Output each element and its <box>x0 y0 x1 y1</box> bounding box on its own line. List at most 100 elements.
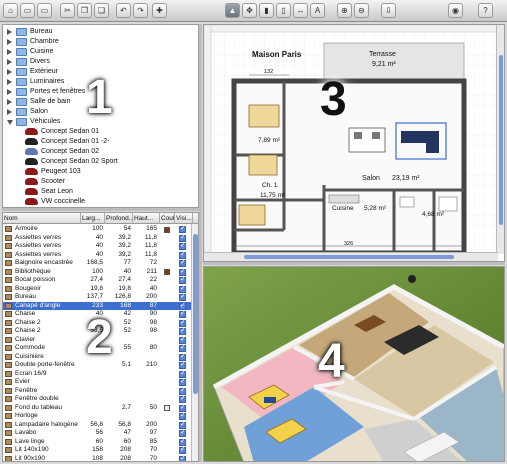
column-header[interactable]: Nom <box>3 213 81 224</box>
plan-vertical-scrollbar[interactable] <box>496 25 504 254</box>
visible-checkbox[interactable] <box>179 455 186 461</box>
main-splitter[interactable] <box>199 24 202 462</box>
zoom-out-button[interactable]: ⊖ <box>354 3 369 18</box>
visible-checkbox[interactable] <box>179 353 186 361</box>
table-row[interactable]: Bureau 137,7 126,8 200 <box>3 293 193 302</box>
plan-3d-splitter[interactable] <box>203 262 505 265</box>
new-home-button[interactable]: ⌂ <box>3 3 18 18</box>
visible-checkbox[interactable] <box>179 370 186 378</box>
catalog-vehicle-item[interactable]: VW coccinelle <box>3 197 198 207</box>
chevron-right-icon[interactable] <box>7 89 12 95</box>
column-header[interactable]: Visi... <box>175 213 193 224</box>
help-button[interactable]: ? <box>478 3 493 18</box>
zoom-in-button[interactable]: ⊕ <box>337 3 352 18</box>
table-row[interactable]: Evier <box>3 378 193 387</box>
catalog-vehicle-item[interactable]: Concept Sedan 02 Sport <box>3 157 198 167</box>
plan-vertical-scroll-thumb[interactable] <box>499 55 503 225</box>
table-row[interactable]: Ecran 16/9 <box>3 370 193 378</box>
3d-view[interactable] <box>203 266 505 462</box>
visible-checkbox[interactable] <box>179 361 186 370</box>
catalog-vehicle-item[interactable]: Concept Sedan 01 -2- <box>3 137 198 147</box>
chevron-right-icon[interactable] <box>7 39 12 45</box>
furniture-scroll-thumb[interactable] <box>193 234 198 394</box>
table-row[interactable]: Fenêtre double <box>3 395 193 404</box>
3d-scene[interactable] <box>204 267 505 462</box>
catalog-category-0[interactable]: Bureau <box>3 27 198 37</box>
column-header[interactable]: Larg... <box>81 213 105 224</box>
chevron-right-icon[interactable] <box>7 29 12 35</box>
table-row[interactable]: Assiettes verres 40 39,2 11,8 <box>3 251 193 259</box>
create-walls-button[interactable]: ▮ <box>259 3 274 18</box>
table-row[interactable]: Lit 90x190 108 208 70 <box>3 455 193 461</box>
column-header[interactable]: Profond... <box>105 213 133 224</box>
visible-checkbox[interactable] <box>179 251 186 259</box>
visible-checkbox[interactable] <box>179 421 186 429</box>
visible-checkbox[interactable] <box>179 404 186 412</box>
visible-checkbox[interactable] <box>179 276 186 285</box>
visible-checkbox[interactable] <box>179 225 186 234</box>
visible-checkbox[interactable] <box>179 395 186 404</box>
table-row[interactable]: Lit 140x190 158 208 70 <box>3 446 193 455</box>
undo-button[interactable]: ↶ <box>116 3 131 18</box>
open-button[interactable]: ▭ <box>20 3 35 18</box>
visible-checkbox[interactable] <box>179 293 186 302</box>
table-row[interactable]: Armoire 100 54 165 <box>3 225 193 234</box>
table-row[interactable]: Lampadaire halogène 56,8 56,8 200 <box>3 421 193 429</box>
table-row[interactable]: Horloge <box>3 412 193 421</box>
create-photo-button[interactable]: ◉ <box>448 3 463 18</box>
visible-checkbox[interactable] <box>179 344 186 353</box>
copy-button[interactable]: ❐ <box>77 3 92 18</box>
visible-checkbox[interactable] <box>179 310 186 319</box>
table-row[interactable]: Assiettes verres 40 39,2 11,8 <box>3 242 193 251</box>
table-row[interactable]: Fond du tableau 2,7 50 <box>3 404 193 412</box>
visible-checkbox[interactable] <box>179 259 186 268</box>
catalog-vehicle-item[interactable]: Scooter <box>3 177 198 187</box>
table-row[interactable]: Canapé d'angle 233 168 87 <box>3 301 193 310</box>
column-header[interactable]: Haut... <box>133 213 160 224</box>
paste-button[interactable]: ❏ <box>94 3 109 18</box>
visible-checkbox[interactable] <box>179 446 186 455</box>
create-rooms-button[interactable]: ▯ <box>276 3 291 18</box>
create-dimensions-button[interactable]: ↔ <box>293 3 308 18</box>
catalog-vehicle-item[interactable]: Seat Leon <box>3 187 198 197</box>
visible-checkbox[interactable] <box>179 438 186 446</box>
chevron-right-icon[interactable] <box>7 59 12 65</box>
table-row[interactable]: Bocal poisson 27,4 27,4 22 <box>3 276 193 285</box>
table-row[interactable]: Bougeoir 19,8 19,8 40 <box>3 285 193 293</box>
plan-drawing[interactable] <box>204 25 498 254</box>
visible-checkbox[interactable] <box>179 319 186 327</box>
plan-horizontal-scrollbar[interactable] <box>204 252 498 261</box>
visible-checkbox[interactable] <box>179 242 186 251</box>
cut-button[interactable]: ✂ <box>60 3 75 18</box>
catalog-vehicle-item[interactable]: Concept Sedan 01 <box>3 127 198 137</box>
visible-checkbox[interactable] <box>179 387 186 395</box>
import-furniture-button[interactable]: ⇩ <box>381 3 396 18</box>
chevron-right-icon[interactable] <box>7 69 12 75</box>
save-button[interactable]: ▭ <box>37 3 52 18</box>
catalog-category-2[interactable]: Cuisine <box>3 47 198 57</box>
catalog-vehicle-item[interactable]: Concept Sedan 02 <box>3 147 198 157</box>
table-row[interactable]: Lavabo 56 47 97 <box>3 429 193 438</box>
add-furniture-button[interactable]: ✚ <box>152 3 167 18</box>
add-text-button[interactable]: A <box>310 3 325 18</box>
table-row[interactable]: Lave linge 60 60 85 <box>3 438 193 446</box>
visible-checkbox[interactable] <box>179 336 186 344</box>
select-button[interactable]: ▲ <box>225 3 240 18</box>
visible-checkbox[interactable] <box>179 302 186 310</box>
pan-button[interactable]: ✥ <box>242 3 257 18</box>
furniture-scrollbar[interactable] <box>191 224 198 461</box>
visible-checkbox[interactable] <box>179 234 186 242</box>
catalog-category-3[interactable]: Divers <box>3 57 198 67</box>
visible-checkbox[interactable] <box>179 327 186 336</box>
visible-checkbox[interactable] <box>179 378 186 387</box>
visible-checkbox[interactable] <box>179 429 186 438</box>
chevron-right-icon[interactable] <box>7 109 12 115</box>
catalog-splitter[interactable] <box>2 208 199 211</box>
column-header[interactable]: Coul... <box>160 213 175 224</box>
catalog-vehicle-item[interactable]: Peugeot 103 <box>3 167 198 177</box>
table-row[interactable]: Fenêtre <box>3 387 193 395</box>
plan-view[interactable]: Maison Paris Terrasse 9,21 m² 7,89 m² Sa… <box>203 24 505 262</box>
visible-checkbox[interactable] <box>179 412 186 421</box>
chevron-right-icon[interactable] <box>7 79 12 85</box>
plan-horizontal-scroll-thumb[interactable] <box>244 255 454 259</box>
